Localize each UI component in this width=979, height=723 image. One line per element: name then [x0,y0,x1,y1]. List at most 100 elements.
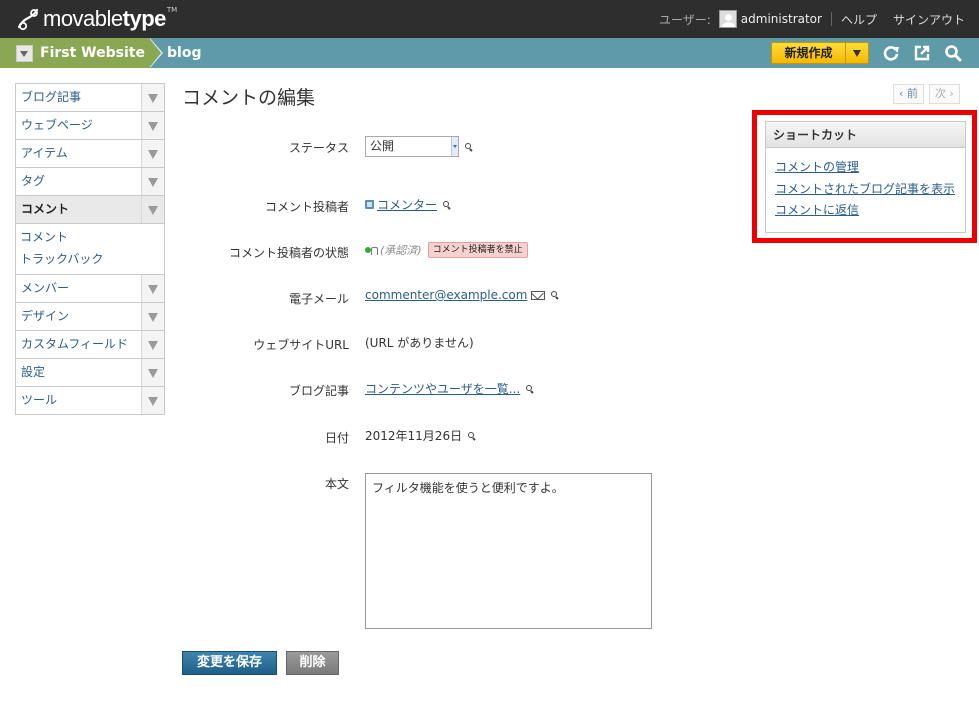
top-bar: movabletype TM ユーザー: administrator ヘルプ サ… [0,0,979,38]
magnifier-icon[interactable] [465,142,473,151]
expand-arrow-icon[interactable] [141,359,164,386]
user-name[interactable]: administrator [741,12,822,26]
help-link[interactable]: ヘルプ [841,11,877,28]
comments-submenu: コメント トラックバック [16,224,164,275]
email-link[interactable]: commenter@example.com [365,288,527,302]
side-menu: ブログ記事 ウェブページ アイテム タグ コメント コメント トラックバック メ… [15,83,165,415]
rebuild-icon[interactable] [882,44,900,62]
search-icon[interactable] [944,44,962,62]
expand-arrow-icon[interactable] [141,112,164,139]
expand-arrow-icon[interactable] [141,140,164,167]
website-url-label: ウェブサイトURL [253,338,349,352]
expand-arrow-icon[interactable] [141,196,164,223]
magnifier-icon[interactable] [551,291,559,299]
submenu-item-comments[interactable]: コメント [16,226,164,248]
sidebar-item-assets[interactable]: アイテム [16,140,164,168]
magnifier-icon[interactable] [468,431,476,440]
site-dropdown-icon[interactable] [16,45,33,62]
sidebar-item-label: ツール [21,393,58,407]
website-url-value: (URL がありません) [365,336,474,350]
movabletype-logo[interactable]: movabletype TM [16,6,177,32]
signout-link[interactable]: サインアウト [893,11,965,28]
shortcut-manage-comments[interactable]: コメントの管理 [775,157,965,179]
user-avatar-icon[interactable] [718,10,737,28]
select-arrow-icon[interactable] [451,137,458,156]
sidebar-item-entries[interactable]: ブログ記事 [16,84,164,112]
website-url-row: (URL がありません) [365,334,474,351]
expand-arrow-icon[interactable] [141,84,164,111]
expand-arrow-icon[interactable] [141,387,164,414]
date-field-row: 2012年11月26日 [365,427,476,444]
sidebar-item-label: アイテム [21,146,68,160]
view-site-icon[interactable] [913,44,931,62]
magnifier-icon[interactable] [526,384,534,393]
prev-button[interactable]: ‹ 前 [893,84,924,104]
email-field-row: commenter@example.com [365,288,559,302]
status-select[interactable]: 公開 [365,136,459,157]
sidebar-item-members[interactable]: メンバー [16,275,164,303]
submenu-item-trackbacks[interactable]: トラックバック [16,248,164,270]
delete-button[interactable]: 削除 [286,651,339,675]
commenter-field-row: コメンター [365,196,451,213]
sidebar-item-label: ウェブページ [21,118,93,132]
mail-icon[interactable] [531,290,546,300]
pager: ‹ 前 次 › [893,84,960,104]
commenter-icon [365,200,374,209]
user-label: ユーザー: [658,12,711,27]
next-button[interactable]: 次 › [928,84,960,104]
sidebar-item-label: タグ [21,174,46,188]
commenter-link[interactable]: コメンター [377,196,437,213]
sidebar-item-comments[interactable]: コメント [16,196,164,224]
sidebar-item-tags[interactable]: タグ [16,168,164,196]
commenter-status-value: (承認済) [380,244,422,257]
entry-label: ブログ記事 [288,384,349,398]
commenter-label: コメント投稿者 [264,200,349,214]
logo-text: movabletype [43,6,166,31]
sidebar-item-pages[interactable]: ウェブページ [16,112,164,140]
shortcuts-title: ショートカット [766,122,965,148]
nav-divider [830,12,832,26]
sidebar-item-label: 設定 [21,365,46,379]
date-value: 2012年11月26日 [365,429,463,443]
status-field-row: 公開 [365,136,473,157]
sidebar-item-design[interactable]: デザイン [16,303,164,331]
ban-commenter-button[interactable]: コメント投稿者を禁止 [427,242,528,258]
body-label: 本文 [324,477,349,491]
site-name[interactable]: First Website [40,38,145,68]
shortcuts-list: コメントの管理 コメントされたブログ記事を表示 コメントに返信 [766,148,965,222]
logo-mark-icon [17,8,39,31]
sidebar-item-tools[interactable]: ツール [16,387,164,415]
scope-bar: First Website blog 新規作成 [0,38,979,68]
shortcut-reply-comment[interactable]: コメントに返信 [775,200,965,222]
commenter-status-label: コメント投稿者の状態 [228,246,349,260]
shortcuts-widget: ショートカット コメントの管理 コメントされたブログ記事を表示 コメントに返信 [765,121,966,233]
sidebar-item-custom-fields[interactable]: カスタムフィールド [16,331,164,359]
expand-arrow-icon[interactable] [141,275,164,302]
expand-arrow-icon[interactable] [141,331,164,358]
save-changes-button[interactable]: 変更を保存 [182,651,277,675]
new-create-label[interactable]: 新規作成 [772,43,846,63]
expand-arrow-icon[interactable] [141,303,164,330]
sidebar-item-label: デザイン [21,309,70,323]
commenter-status-row: (承認済) コメント投稿者を禁止 [365,242,528,258]
new-create-dropdown-icon[interactable] [846,43,868,63]
blog-name[interactable]: blog [167,38,201,68]
breadcrumb-separator-fill [149,38,161,68]
entry-link[interactable]: コンテンツやユーザを一覧... [365,380,520,397]
status-label: ステータス [288,141,349,155]
sidebar-item-label: コメント [21,202,70,216]
status-select-value: 公開 [370,139,395,153]
sidebar-item-label: カスタムフィールド [21,337,129,351]
logo-trademark: TM [166,6,178,14]
approved-user-icon [365,246,378,255]
magnifier-icon[interactable] [443,200,451,209]
comment-body-textarea[interactable]: フィルタ機能を使うと便利ですよ。 [365,473,652,629]
user-nav: ユーザー: administrator ヘルプ サインアウト [659,0,965,38]
sidebar-item-label: メンバー [21,281,70,295]
shortcut-view-entry[interactable]: コメントされたブログ記事を表示 [775,179,965,201]
entry-field-row: コンテンツやユーザを一覧... [365,380,534,397]
expand-arrow-icon[interactable] [141,168,164,195]
sidebar-item-label: ブログ記事 [21,90,82,104]
new-create-button[interactable]: 新規作成 [771,42,869,64]
sidebar-item-settings[interactable]: 設定 [16,359,164,387]
